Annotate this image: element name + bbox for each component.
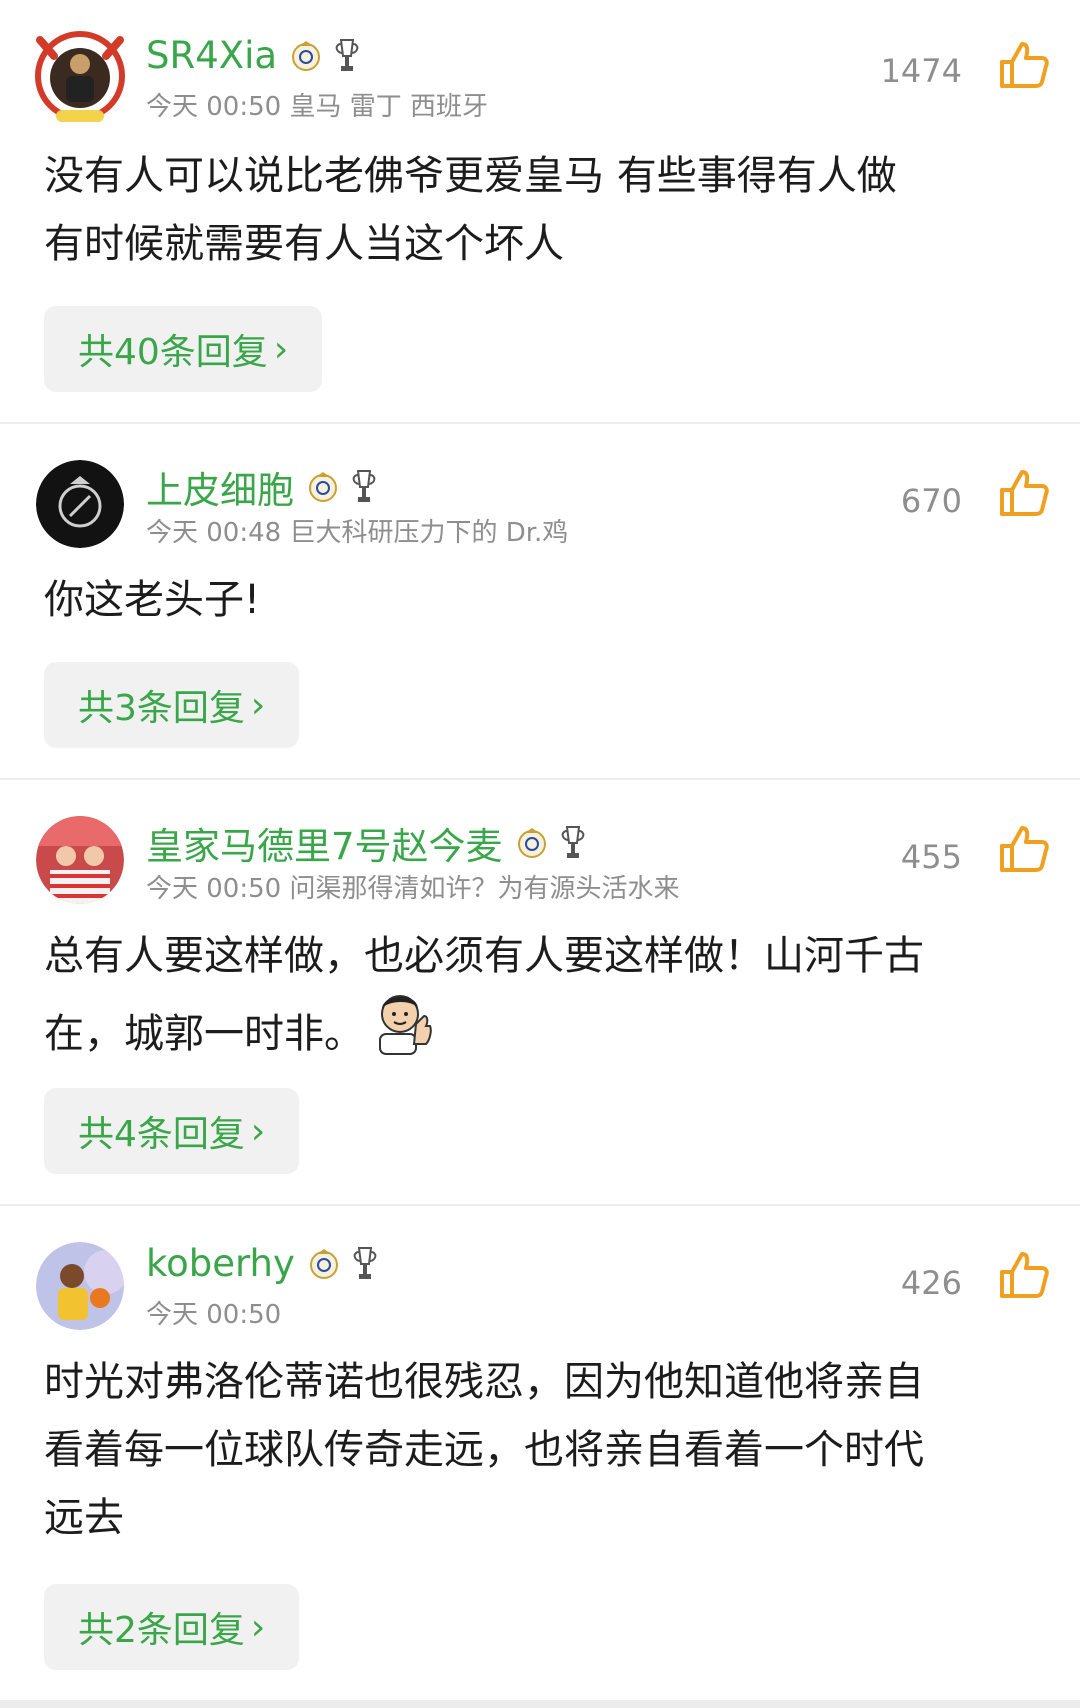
avatar[interactable] (36, 460, 124, 548)
thumbs-up-icon[interactable] (998, 468, 1050, 518)
comment-feed: SR4Xia 今天 00:50 皇马 雷丁 西班牙 1474 没有人可以说比老佛… (0, 0, 1080, 1708)
reply-count: 共4条回复 (78, 1114, 245, 1155)
comment-line: 你这老头子! (44, 577, 261, 623)
reply-count: 共2条回复 (78, 1610, 245, 1651)
comment-card: 皇家马德里7号赵今麦 今天 00:50 问渠那得清如许？为有源头活水来 455 … (0, 780, 1080, 1204)
comment-body: 时光对弗洛伦蒂诺也很残忍，因为他知道他将亲自 看着每一位球队传奇走远，也将亲自看… (44, 1348, 1040, 1552)
chevron-right-icon: › (250, 1606, 266, 1648)
comment-line: 时光对弗洛伦蒂诺也很残忍，因为他知道他将亲自 (44, 1359, 924, 1405)
champions-trophy-icon (335, 38, 359, 74)
real-madrid-badge-icon (291, 40, 321, 72)
reply-count: 共40条回复 (78, 332, 268, 373)
comment-line: 远去 (44, 1495, 124, 1541)
avatar[interactable] (26, 20, 134, 128)
real-madrid-badge-icon (517, 827, 547, 859)
comment-meta: 今天 00:48 巨大科研压力下的 Dr.鸡 (146, 518, 569, 548)
comment-body: 没有人可以说比老佛爷更爱皇马 有些事得有人做 有时候就需要有人当这个坏人 (44, 142, 1040, 278)
view-replies-button[interactable]: 共3条回复 › (44, 662, 300, 748)
comment-line: 在，城郭一时非。 (44, 990, 1040, 1077)
thumbs-up-icon[interactable] (998, 1250, 1050, 1300)
like-count: 426 (900, 1264, 962, 1302)
comment-line: 有时候就需要有人当这个坏人 (44, 221, 564, 267)
comment-line: 总有人要这样做，也必须有人要这样做！山河千古 (44, 933, 924, 979)
real-madrid-badge-icon (309, 1248, 339, 1280)
comment-line: 没有人可以说比老佛爷更爱皇马 有些事得有人做 (44, 153, 897, 199)
comment-body: 总有人要这样做，也必须有人要这样做！山河千古 在，城郭一时非。 (44, 922, 1040, 1077)
comment-card: 上皮细胞 今天 00:48 巨大科研压力下的 Dr.鸡 670 你这老头子! 共… (0, 424, 1080, 778)
thumbs-up-icon[interactable] (998, 824, 1050, 874)
champions-trophy-icon (353, 1246, 377, 1282)
username-text[interactable]: 上皮细胞 (146, 460, 294, 514)
reply-count: 共3条回复 (78, 688, 245, 729)
like-count: 1474 (880, 52, 962, 90)
username[interactable]: 皇家马德里7号赵今麦 (146, 816, 585, 870)
chevron-right-icon: › (250, 684, 266, 726)
comment-line-text: 在，城郭一时非。 (44, 1010, 364, 1057)
username-text[interactable]: koberhy (146, 1242, 295, 1285)
username-text[interactable]: SR4Xia (146, 34, 277, 77)
username[interactable]: 上皮细胞 (146, 460, 376, 514)
real-madrid-badge-icon (308, 471, 338, 503)
chevron-right-icon: › (273, 328, 289, 370)
avatar[interactable] (36, 1242, 124, 1330)
username-text[interactable]: 皇家马德里7号赵今麦 (146, 816, 503, 870)
view-replies-button[interactable]: 共4条回复 › (44, 1088, 300, 1174)
comment-line: 看着每一位球队传奇走远，也将亲自看着一个时代 (44, 1427, 924, 1473)
comment-card: SR4Xia 今天 00:50 皇马 雷丁 西班牙 1474 没有人可以说比老佛… (0, 0, 1080, 422)
champions-trophy-icon (352, 469, 376, 505)
username[interactable]: SR4Xia (146, 34, 359, 77)
avatar[interactable] (36, 816, 124, 904)
view-replies-button[interactable]: 共2条回复 › (44, 1584, 300, 1670)
chevron-right-icon: › (250, 1110, 266, 1152)
comment-body: 你这老头子! (44, 566, 1040, 634)
like-count: 455 (900, 838, 962, 876)
champions-trophy-icon (561, 825, 585, 861)
thumbs-up-icon[interactable] (998, 40, 1050, 90)
thumbs-up-emoji-sticker-icon (372, 990, 434, 1077)
like-count: 670 (900, 482, 962, 520)
username[interactable]: koberhy (146, 1242, 377, 1285)
comment-meta: 今天 00:50 (146, 1300, 282, 1330)
comment-card: koberhy 今天 00:50 426 时光对弗洛伦蒂诺也很残忍，因为他知道他… (0, 1206, 1080, 1700)
comment-meta: 今天 00:50 皇马 雷丁 西班牙 (146, 92, 488, 122)
comment-meta: 今天 00:50 问渠那得清如许？为有源头活水来 (146, 874, 680, 904)
view-replies-button[interactable]: 共40条回复 › (44, 306, 323, 392)
